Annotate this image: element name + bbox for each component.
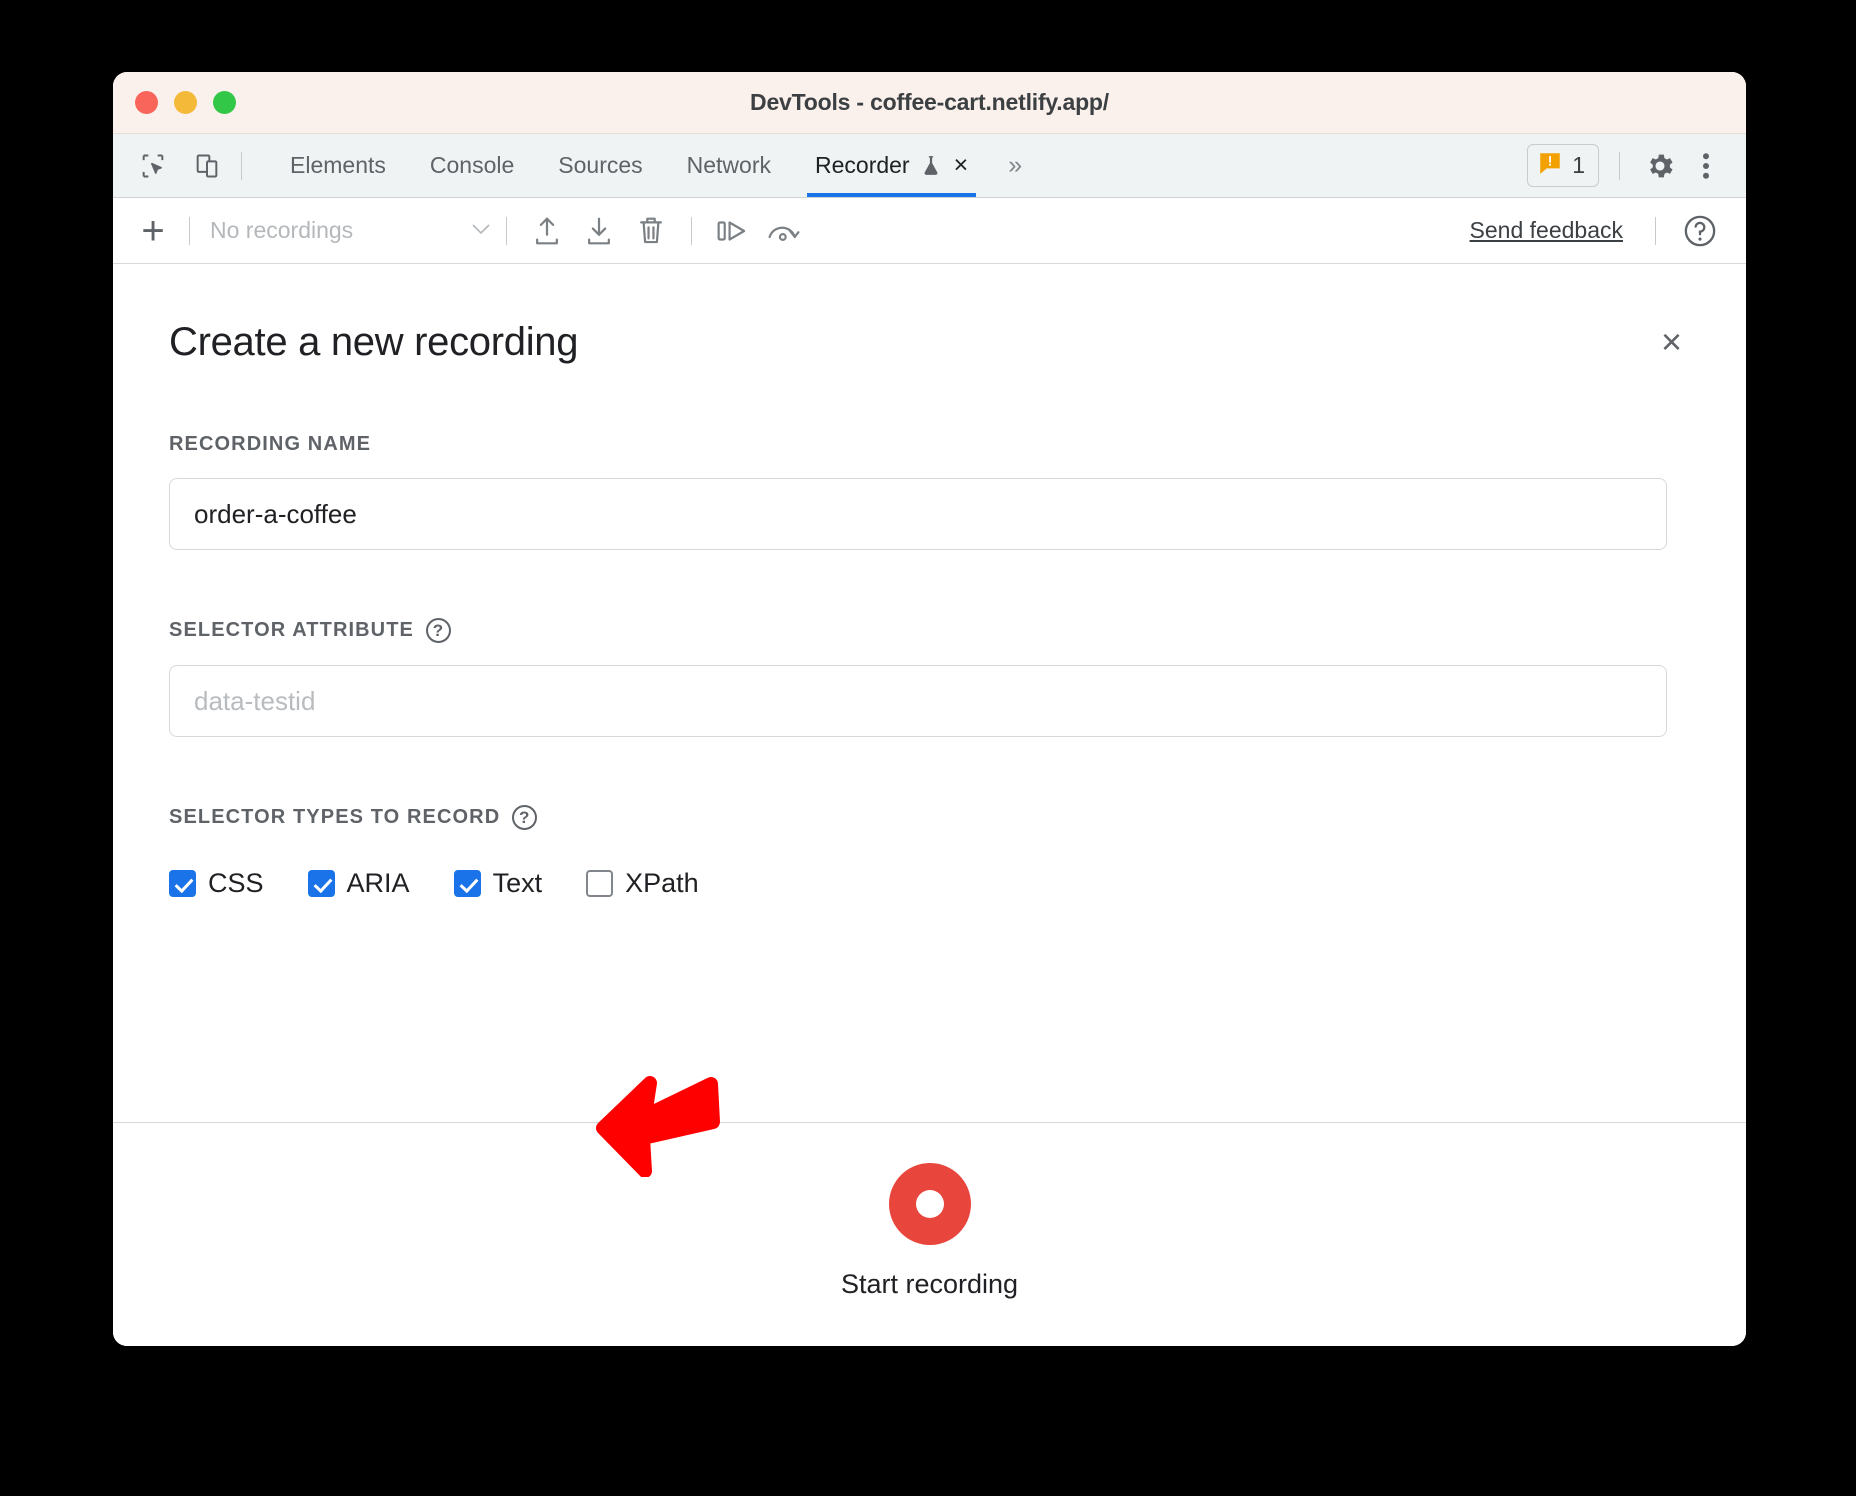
tab-network[interactable]: Network [665,134,793,197]
start-recording-label: Start recording [841,1269,1018,1300]
selector-types-label: SELECTOR TYPES TO RECORD ? [169,805,1690,830]
recording-select[interactable]: No recordings [210,217,492,244]
devtools-window: DevTools - coffee-cart.netlify.app/ Elem… [113,72,1746,1346]
selector-types-field-group: SELECTOR TYPES TO RECORD ? CSS ARIA Text [169,805,1690,899]
recorder-toolbar: + No recordings [113,198,1746,264]
close-icon[interactable]: × [1653,320,1690,364]
chevron-down-icon [470,222,492,240]
selector-attribute-input[interactable] [169,665,1667,737]
recording-name-label: RECORDING NAME [169,433,1690,456]
start-recording-footer: Start recording [113,1122,1746,1346]
checkbox-box[interactable] [454,870,481,897]
checkbox-label: ARIA [347,868,410,899]
checkbox-box[interactable] [169,870,196,897]
close-icon[interactable]: × [954,153,969,178]
checkbox-label: Text [493,868,543,899]
delete-icon[interactable] [625,208,677,254]
toolbar-divider-4 [1655,217,1656,245]
export-icon[interactable] [521,208,573,254]
checkbox-label: XPath [625,868,699,899]
toolbar-divider-1 [189,217,190,245]
checkbox-box[interactable] [586,870,613,897]
tab-label: Network [687,152,771,179]
panel-header: Create a new recording × [169,320,1690,365]
inspect-element-icon[interactable] [133,146,173,186]
window-title: DevTools - coffee-cart.netlify.app/ [113,89,1746,116]
checkbox-aria[interactable]: ARIA [308,868,410,899]
replay-speed-icon[interactable] [758,208,810,254]
add-recording-button[interactable]: + [131,211,175,251]
tab-console[interactable]: Console [408,134,536,197]
checkbox-text[interactable]: Text [454,868,543,899]
start-recording-button[interactable] [889,1163,971,1245]
panel-body: Create a new recording × RECORDING NAME … [113,264,1746,1122]
tabbar-divider [241,152,242,180]
checkbox-box[interactable] [308,870,335,897]
warning-icon [1537,150,1563,181]
selector-attribute-field-group: SELECTOR ATTRIBUTE ? [169,618,1690,737]
selector-types-checkbox-row: CSS ARIA Text XPath [169,868,1690,899]
tabbar-right-divider [1619,152,1620,180]
checkbox-label: CSS [208,868,264,899]
tab-label: Sources [558,152,642,179]
toolbar-divider-3 [691,217,692,245]
more-options-icon[interactable] [1686,146,1726,186]
selector-attribute-label: SELECTOR ATTRIBUTE ? [169,618,1690,643]
tabbar-tool-icons [113,146,227,186]
selector-attribute-help-icon[interactable]: ? [426,618,451,643]
selector-attribute-label-text: SELECTOR ATTRIBUTE [169,619,414,642]
checkbox-css[interactable]: CSS [169,868,264,899]
gear-icon[interactable] [1640,146,1680,186]
send-feedback-link[interactable]: Send feedback [1470,217,1623,244]
page-title: Create a new recording [169,320,578,365]
selector-types-help-icon[interactable]: ? [512,805,537,830]
tab-sources[interactable]: Sources [536,134,664,197]
device-toolbar-icon[interactable] [187,146,227,186]
tab-elements[interactable]: Elements [268,134,408,197]
checkbox-xpath[interactable]: XPath [586,868,699,899]
step-replay-icon[interactable] [706,208,758,254]
status-badge[interactable]: 1 [1527,144,1599,187]
tabbar-right-controls: 1 [1527,144,1746,187]
recording-name-input[interactable] [169,478,1667,550]
devtools-tabs: Elements Console Sources Network Recorde… [268,134,1040,197]
recorder-toolbar-right: Send feedback [1470,208,1726,254]
tab-recorder[interactable]: Recorder × [793,134,990,197]
help-icon[interactable] [1674,208,1726,254]
experiment-flask-icon [920,154,942,178]
more-tabs-icon[interactable]: » [990,134,1040,197]
tab-label: Console [430,152,514,179]
window-titlebar: DevTools - coffee-cart.netlify.app/ [113,72,1746,134]
tab-label: Elements [290,152,386,179]
create-recording-panel: Create a new recording × RECORDING NAME … [113,264,1746,1346]
recording-name-field-group: RECORDING NAME [169,433,1690,550]
import-icon[interactable] [573,208,625,254]
selector-types-label-text: SELECTOR TYPES TO RECORD [169,806,500,829]
toolbar-divider-2 [506,217,507,245]
devtools-tabbar: Elements Console Sources Network Recorde… [113,134,1746,198]
recording-select-value: No recordings [210,217,460,244]
warning-count: 1 [1572,152,1585,179]
record-dot-inner [916,1190,944,1218]
tab-label: Recorder [815,152,910,179]
